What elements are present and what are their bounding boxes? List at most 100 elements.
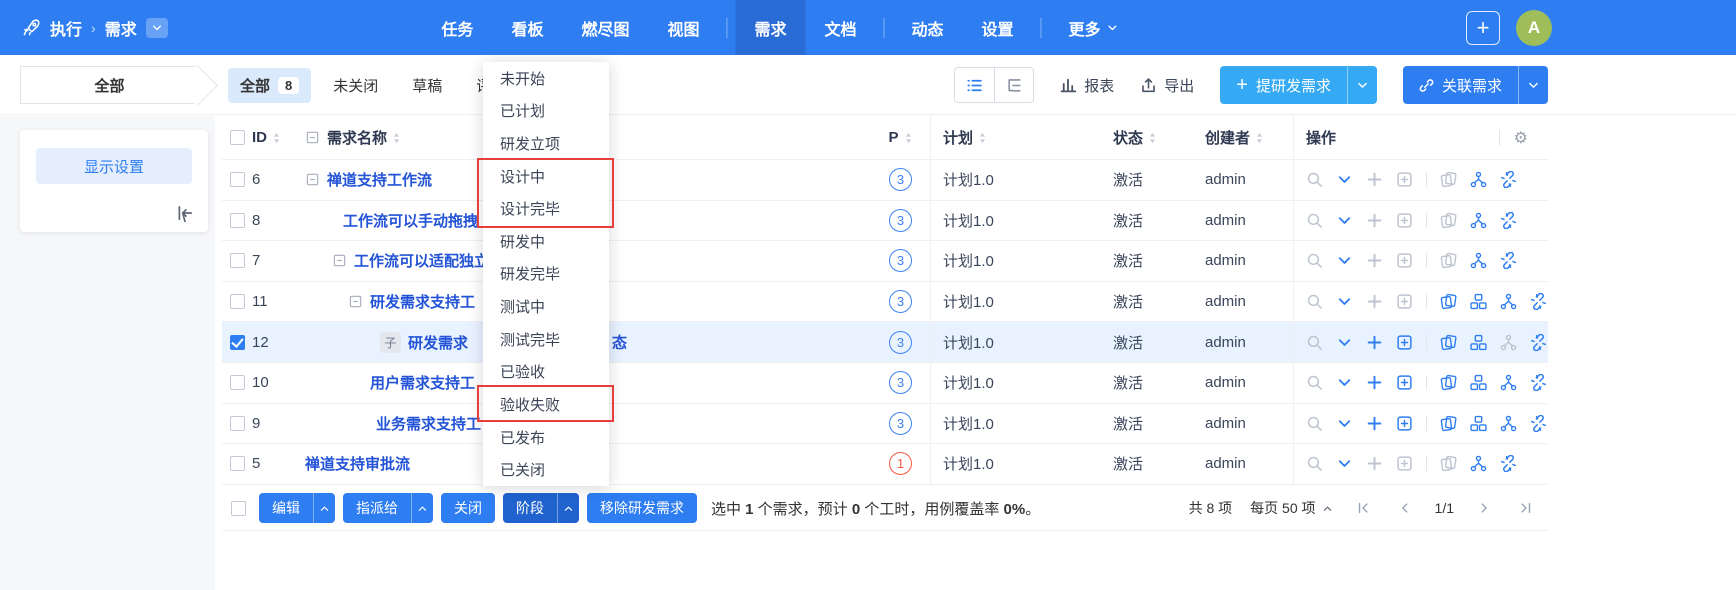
create-case-icon[interactable] [1396, 212, 1413, 229]
stage-caret-up-icon[interactable] [557, 493, 579, 523]
search-icon[interactable] [1306, 212, 1323, 229]
stage-item-testing[interactable]: 测试中 [483, 290, 609, 323]
stage-item-designed[interactable]: 设计完毕 [483, 192, 609, 225]
search-icon[interactable] [1306, 374, 1323, 391]
breadcrumb-app[interactable]: 执行 [50, 16, 82, 40]
chevron-down-icon[interactable] [1336, 455, 1353, 472]
chevron-down-icon[interactable] [1336, 252, 1353, 269]
scope-tab-all[interactable]: 全部 [20, 66, 198, 104]
stage-item-developed[interactable]: 研发完毕 [483, 258, 609, 291]
story-name-link[interactable]: 禅道支持审批流 [305, 453, 410, 474]
row-checkbox[interactable] [230, 375, 245, 390]
stage-item-notstarted[interactable]: 未开始 [483, 62, 609, 95]
track-icon[interactable] [1500, 374, 1517, 391]
search-icon[interactable] [1306, 252, 1323, 269]
nav-tab-more[interactable]: 更多 [1050, 0, 1138, 55]
gear-icon[interactable]: ⚙ [1514, 128, 1528, 148]
collapse-all-icon[interactable] [305, 130, 320, 145]
breadcrumb-chevron-down-icon[interactable] [146, 18, 168, 38]
plus-icon[interactable] [1366, 334, 1383, 351]
create-case-icon[interactable] [1396, 293, 1413, 310]
table-row[interactable]: 7 工作流可以适配独立 3 计划1.0 激活 admin [222, 241, 1548, 282]
table-row[interactable]: 11 研发需求支持工 3 计划1.0 激活 admin [222, 282, 1548, 323]
table-row[interactable]: 10 用户需求支持工 3 计划1.0 激活 admin [222, 363, 1548, 404]
unlink-icon[interactable] [1500, 252, 1517, 269]
unlink-icon[interactable] [1530, 374, 1547, 391]
tree-view-icon[interactable] [994, 68, 1033, 102]
copy-story-icon[interactable] [1440, 374, 1457, 391]
select-all-checkbox[interactable] [230, 130, 245, 145]
table-row[interactable]: 9 业务需求支持工 3 计划1.0 激活 admin [222, 404, 1548, 445]
plus-icon[interactable] [1366, 212, 1383, 229]
raise-story-button[interactable]: + 提研发需求 [1220, 66, 1377, 104]
col-plan[interactable]: 计划 [931, 127, 1101, 148]
raise-story-caret[interactable] [1347, 66, 1377, 104]
footer-select-checkbox[interactable] [231, 501, 246, 516]
stage-item-planned[interactable]: 已计划 [483, 95, 609, 128]
edit-caret-up-icon[interactable] [313, 493, 335, 523]
unlink-icon[interactable] [1530, 415, 1547, 432]
search-icon[interactable] [1306, 171, 1323, 188]
breadcrumb-current[interactable]: 需求 [105, 16, 137, 40]
search-icon[interactable] [1306, 334, 1323, 351]
unlink-icon[interactable] [1530, 293, 1547, 310]
story-name-tail[interactable]: 态 [612, 332, 627, 353]
track-icon[interactable] [1500, 415, 1517, 432]
story-name-link[interactable]: 业务需求支持工 [376, 413, 481, 434]
stage-item-verified[interactable]: 已验收 [483, 355, 609, 388]
plus-icon[interactable] [1366, 171, 1383, 188]
row-checkbox[interactable] [230, 416, 245, 431]
col-status[interactable]: 状态 [1101, 127, 1193, 148]
collapse-row-icon[interactable] [348, 294, 363, 309]
row-checkbox[interactable] [230, 456, 245, 471]
copy-story-icon[interactable] [1440, 415, 1457, 432]
nav-tab-dynamic[interactable]: 动态 [893, 0, 963, 55]
first-page-icon[interactable] [1351, 496, 1375, 520]
track-icon[interactable] [1500, 293, 1517, 310]
create-case-icon[interactable] [1396, 334, 1413, 351]
list-view-icon[interactable] [955, 68, 994, 102]
global-add-button[interactable]: + [1466, 11, 1500, 45]
col-id[interactable]: ID [252, 129, 300, 146]
nav-tab-tasks[interactable]: 任务 [422, 0, 492, 55]
chevron-down-icon[interactable] [1336, 334, 1353, 351]
plus-icon[interactable] [1366, 415, 1383, 432]
table-row[interactable]: 5 禅道支持审批流 1 计划1.0 激活 admin [222, 444, 1548, 485]
chevron-down-icon[interactable] [1336, 212, 1353, 229]
table-row[interactable]: 8 工作流可以手动拖拽 3 计划1.0 激活 admin [222, 201, 1548, 242]
stage-item-tested[interactable]: 测试完毕 [483, 323, 609, 356]
row-checkbox-checked[interactable] [230, 335, 245, 350]
col-creator[interactable]: 创建者 [1193, 127, 1293, 148]
plus-icon[interactable] [1366, 374, 1383, 391]
subdivide-icon[interactable] [1470, 334, 1487, 351]
close-button[interactable]: 关闭 [441, 493, 495, 523]
track-icon[interactable] [1500, 334, 1517, 351]
search-icon[interactable] [1306, 415, 1323, 432]
collapse-sidebar-icon[interactable] [176, 204, 194, 222]
copy-story-icon[interactable] [1440, 212, 1457, 229]
chevron-down-icon[interactable] [1336, 374, 1353, 391]
copy-story-icon[interactable] [1440, 334, 1457, 351]
copy-story-icon[interactable] [1440, 293, 1457, 310]
row-checkbox[interactable] [230, 294, 245, 309]
remove-story-button[interactable]: 移除研发需求 [587, 493, 697, 523]
search-icon[interactable] [1306, 455, 1323, 472]
story-name-link[interactable]: 工作流可以手动拖拽 [343, 210, 478, 231]
track-icon[interactable] [1470, 171, 1487, 188]
story-name-link[interactable]: 研发需求支持工 [370, 291, 475, 312]
row-checkbox[interactable] [230, 172, 245, 187]
create-case-icon[interactable] [1396, 171, 1413, 188]
avatar[interactable]: A [1516, 10, 1552, 46]
unlink-icon[interactable] [1500, 212, 1517, 229]
stage-button[interactable]: 阶段 [503, 493, 579, 523]
assign-button[interactable]: 指派给 [343, 493, 433, 523]
link-story-button[interactable]: 关联需求 [1403, 66, 1548, 104]
prev-page-icon[interactable] [1393, 496, 1417, 520]
link-story-caret[interactable] [1518, 66, 1548, 104]
subdivide-icon[interactable] [1470, 374, 1487, 391]
filter-unclosed[interactable]: 未关闭 [321, 68, 390, 103]
plus-icon[interactable] [1366, 252, 1383, 269]
row-checkbox[interactable] [230, 213, 245, 228]
collapse-row-icon[interactable] [305, 172, 320, 187]
story-name-link[interactable]: 禅道支持工作流 [327, 169, 432, 190]
